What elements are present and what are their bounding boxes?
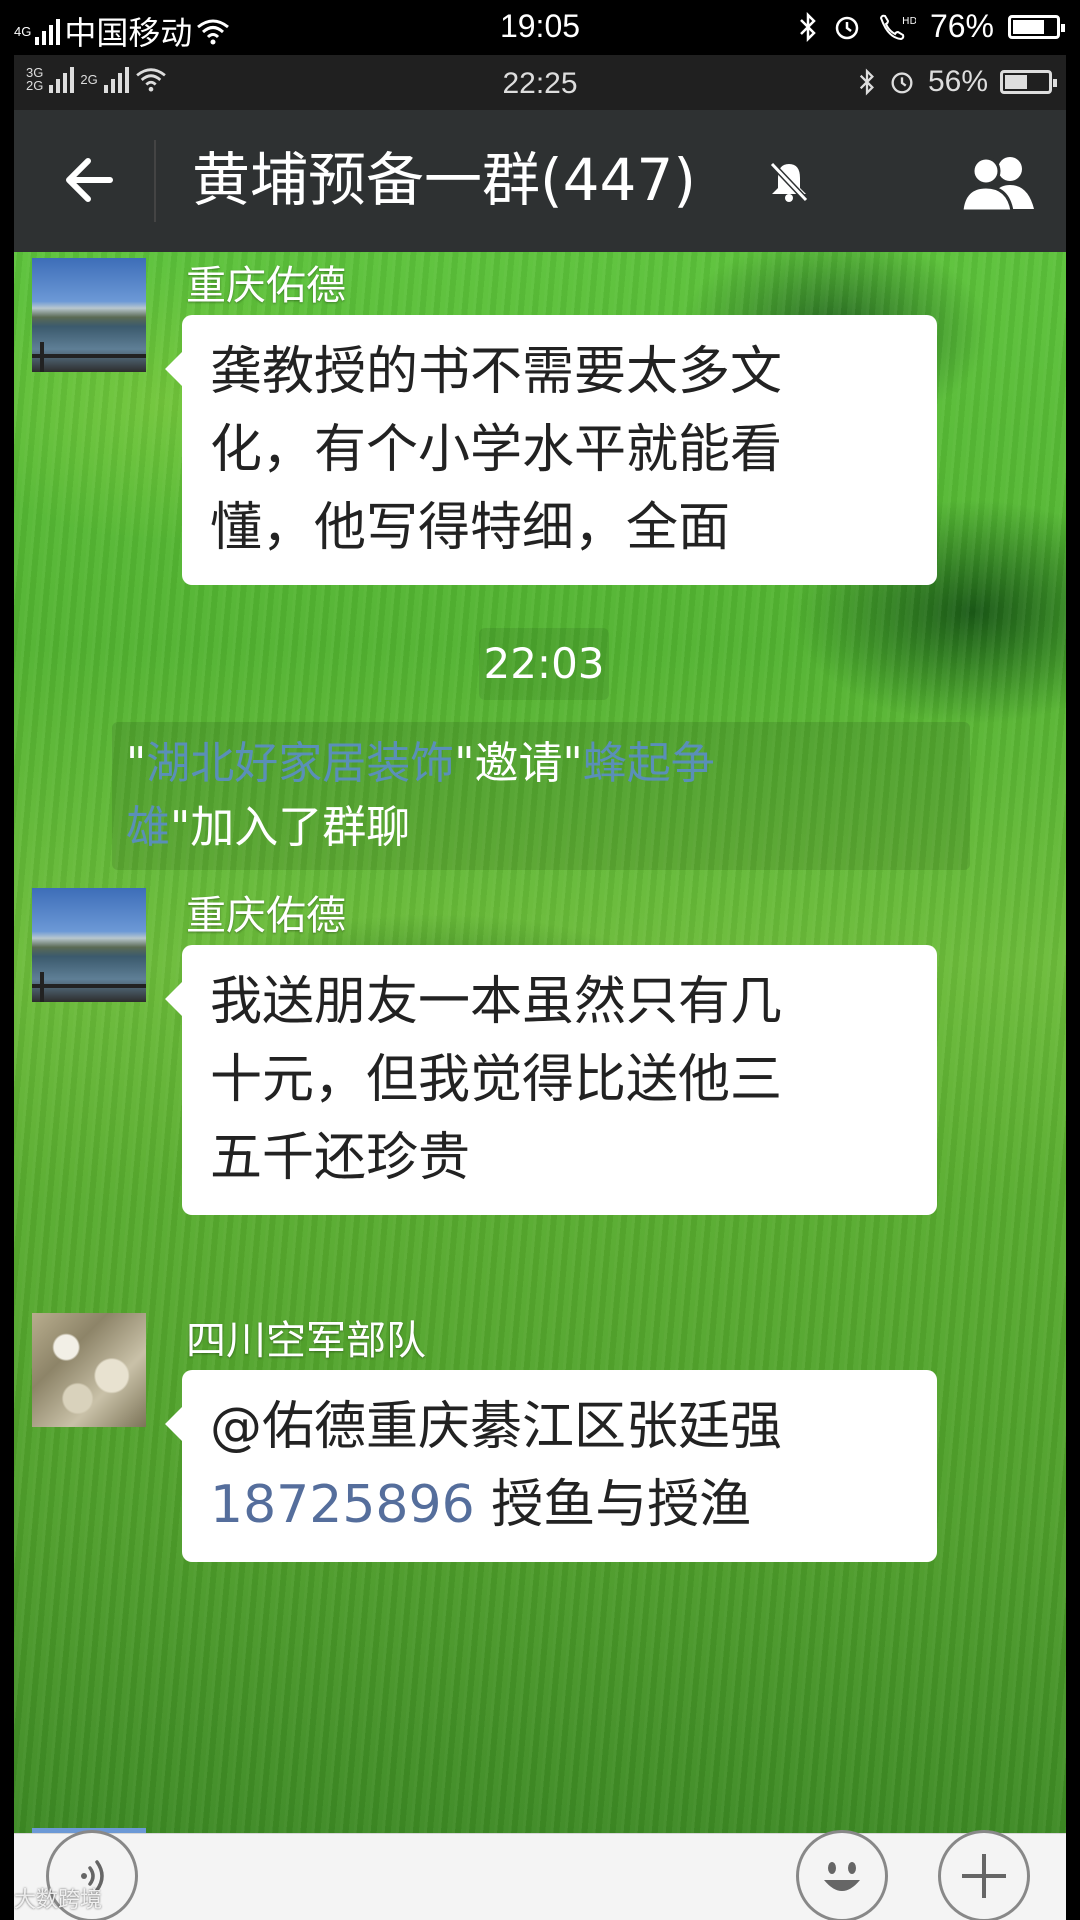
message-bubble[interactable]: @佑德重庆綦江区张廷强 18725896 授鱼与授渔: [182, 1370, 937, 1562]
emoji-button[interactable]: [796, 1830, 888, 1920]
header-divider: [154, 140, 156, 222]
notice-mid: "邀请": [454, 738, 583, 789]
inner-battery-percent: 56%: [927, 65, 988, 98]
battery-icon: [1008, 14, 1065, 39]
sender-name: 四川空军部队: [186, 1318, 426, 1364]
outer-battery-percent: 76%: [929, 8, 994, 44]
alarm-icon: [835, 16, 859, 39]
message-line: 化，有个小学水平就能看: [210, 420, 783, 480]
group-members-button[interactable]: [948, 138, 1048, 228]
message-bubble[interactable]: 我送朋友一本虽然只有几 十元，但我觉得比送他三 五千还珍贵: [182, 945, 937, 1215]
avatar[interactable]: [32, 258, 146, 372]
invitee-name-cont[interactable]: 雄: [126, 802, 170, 853]
group-people-icon: [960, 156, 1034, 213]
mute-bell-icon: [769, 161, 809, 203]
message-line: 五千还珍贵: [210, 1128, 471, 1188]
message-line: 龚教授的书不需要太多文: [210, 342, 783, 402]
inner-battery-icon: [1000, 70, 1057, 94]
smiley-icon: [824, 1862, 860, 1891]
avatar[interactable]: [32, 1313, 146, 1427]
phone-number-link[interactable]: 18725896: [210, 1475, 475, 1535]
inviter-name[interactable]: 湖北好家居装饰: [146, 738, 454, 789]
inner-status-right: 56%: [858, 65, 1057, 99]
inner-bluetooth-icon: [859, 68, 874, 96]
sender-name: 重庆佑德: [186, 893, 346, 939]
timestamp-chip: 22:03: [479, 628, 609, 700]
more-button[interactable]: [938, 1830, 1030, 1920]
avatar[interactable]: [32, 888, 146, 1002]
chat-screen: 3G 2G 2G 22:25 56% 黄埔预备一群(447) 重庆佑德 龚教授的…: [14, 55, 1066, 1920]
message-line: 懂，他写得特细，全面: [210, 498, 731, 558]
plus-icon: [962, 1854, 1006, 1898]
sender-name: 重庆佑德: [186, 263, 346, 309]
message-list[interactable]: 重庆佑德 龚教授的书不需要太多文 化，有个小学水平就能看 懂，他写得特细，全面 …: [14, 252, 1066, 1833]
message-line: 我送朋友一本虽然只有几: [210, 972, 783, 1032]
svg-text:HD: HD: [902, 16, 916, 27]
inner-alarm-icon: [891, 72, 913, 94]
hd-call-icon: HD: [879, 14, 916, 40]
chat-title: 黄埔预备一群(447): [192, 146, 696, 214]
inner-status-bar: 3G 2G 2G 22:25 56%: [14, 55, 1066, 110]
back-button[interactable]: [44, 140, 134, 220]
outer-status-right: HD 76%: [798, 8, 1065, 45]
signal-icon: [35, 17, 61, 45]
message-bubble[interactable]: 龚教授的书不需要太多文 化，有个小学水平就能看 懂，他写得特细，全面: [182, 315, 937, 585]
message-line: @佑德重庆綦江区张廷强: [210, 1397, 783, 1457]
inner-battery-fill: [1005, 75, 1027, 89]
chat-header: 黄埔预备一群(447): [14, 110, 1066, 252]
wifi-icon: [197, 19, 230, 45]
notice-tail: "加入了群聊: [170, 802, 411, 853]
invitee-name[interactable]: 蜂起争: [583, 738, 715, 789]
back-arrow-icon: [66, 158, 113, 202]
outer-status-left: 4G 中国移动: [14, 8, 230, 54]
outer-status-bar: 4G 中国移动 19:05 HD 76%: [0, 0, 1080, 55]
carrier-label: 中国移动: [64, 15, 193, 51]
message-line: 十元，但我觉得比送他三: [210, 1050, 783, 1110]
quote-mark: ": [126, 738, 147, 789]
network-type-label: 4G: [14, 23, 32, 39]
input-toolbar: [14, 1830, 1066, 1920]
message-line: 18725896 授鱼与授渔: [210, 1466, 909, 1544]
message-text: 授鱼与授渔: [474, 1475, 752, 1535]
watermark: 大数跨境: [14, 1888, 103, 1913]
battery-fill: [1013, 19, 1044, 34]
system-notice: "湖北好家居装饰"邀请"蜂起争雄"加入了群聊: [112, 722, 970, 870]
bluetooth-icon: [800, 11, 816, 42]
